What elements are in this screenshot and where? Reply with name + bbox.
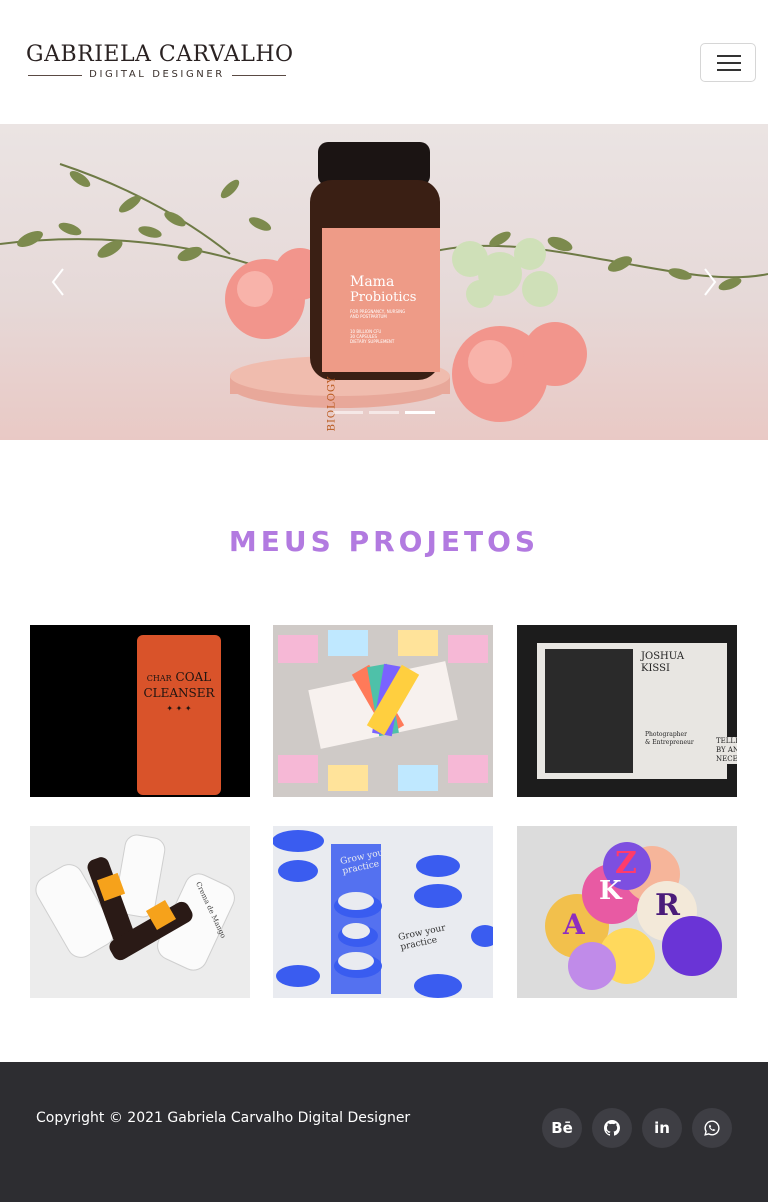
project-charcoal-cleanser[interactable]: CHAR COAL CLEANSER ✦ ✦ ✦ bbox=[30, 625, 250, 797]
carousel-prev-button[interactable] bbox=[48, 265, 68, 299]
product-name-line1: Mama bbox=[350, 274, 395, 290]
bottles-artwork bbox=[35, 834, 235, 971]
card-side-line1: TELLI bbox=[716, 737, 737, 745]
whatsapp-icon bbox=[704, 1120, 720, 1136]
tin-label-line1: CHAR bbox=[146, 674, 172, 683]
projects-heading: MEUS PROJETOS bbox=[228, 525, 540, 558]
carousel-next-button[interactable] bbox=[700, 265, 720, 299]
hamburger-icon bbox=[717, 55, 741, 57]
card-role-line1: Photographer bbox=[645, 731, 687, 738]
card-name-line1: JOSHUA bbox=[641, 651, 685, 662]
cards-artwork bbox=[273, 625, 493, 797]
card-side-line3: NECES bbox=[716, 755, 737, 763]
project-letter-coasters[interactable]: Z R A K bbox=[517, 826, 737, 998]
linkedin-icon: in bbox=[654, 1119, 670, 1137]
hero-carousel: BIOLOGY Mama Probiotics FOR PREGNANCY, N… bbox=[0, 124, 768, 440]
logo-divider-right bbox=[232, 75, 286, 76]
product-name-line2: Probiotics bbox=[350, 290, 417, 305]
product-spec-line3: DIETARY SUPPLEMENT bbox=[350, 339, 395, 344]
behance-link[interactable]: Bē bbox=[542, 1108, 582, 1148]
hamburger-icon bbox=[717, 69, 741, 71]
chevron-left-icon bbox=[51, 268, 64, 296]
chevron-right-icon bbox=[704, 268, 717, 296]
linkedin-link[interactable]: in bbox=[642, 1108, 682, 1148]
logo-name: GABRIELA CARVALHO bbox=[26, 42, 294, 67]
brand-logo[interactable]: GABRIELA CARVALHO DIGITAL DESIGNER bbox=[26, 42, 294, 82]
bottle-brand-text: BIOLOGY bbox=[326, 375, 338, 432]
card-name-line2: KISSI bbox=[641, 663, 670, 674]
bottle-brand: BIOLOGY bbox=[326, 368, 344, 440]
card-side-text: TELLI BY AN NECES bbox=[714, 737, 737, 764]
bottle-label: Mama Probiotics FOR PREGNANCY, NURSING A… bbox=[350, 274, 438, 344]
card-side-line2: BY AN bbox=[716, 746, 737, 754]
coaster-letter-a: A bbox=[563, 908, 585, 941]
card-name: JOSHUA KISSI bbox=[641, 651, 684, 675]
carousel-indicator-1[interactable] bbox=[333, 411, 363, 414]
portrait-photo bbox=[545, 649, 633, 773]
tin-label-stars: ✦ ✦ ✦ bbox=[166, 704, 192, 713]
copyright-text: Copyright © 2021 Gabriela Carvalho Digit… bbox=[36, 1110, 411, 1126]
tin-label-line2: COAL bbox=[175, 670, 212, 684]
whatsapp-link[interactable] bbox=[692, 1108, 732, 1148]
tin-label: CHAR COAL CLEANSER ✦ ✦ ✦ bbox=[142, 670, 216, 716]
project-grow-your-practice[interactable]: Grow your practice Grow your practice bbox=[273, 826, 493, 998]
card-role: Photographer & Entrepreneur bbox=[645, 731, 694, 747]
project-crema-de-mango[interactable]: Crema de Mango bbox=[30, 826, 250, 998]
carousel-indicator-3[interactable] bbox=[405, 411, 435, 414]
navbar: GABRIELA CARVALHO DIGITAL DESIGNER bbox=[0, 0, 768, 124]
github-icon bbox=[604, 1120, 620, 1136]
product-tag-line2: AND POSTPARTUM bbox=[350, 314, 387, 319]
carousel-indicator-2[interactable] bbox=[369, 411, 399, 414]
coaster-letter-r: R bbox=[655, 888, 680, 923]
github-link[interactable] bbox=[592, 1108, 632, 1148]
coaster-letter-k: K bbox=[599, 876, 622, 906]
hamburger-icon bbox=[717, 62, 741, 64]
tin-label-line3: CLEANSER bbox=[143, 686, 215, 700]
behance-icon: Bē bbox=[551, 1119, 573, 1137]
project-colorful-cards[interactable] bbox=[273, 625, 493, 797]
project-joshua-kissi[interactable]: JOSHUA KISSI Photographer & Entrepreneur… bbox=[517, 625, 737, 797]
card-role-line2: & Entrepreneur bbox=[645, 739, 694, 746]
menu-toggle-button[interactable] bbox=[700, 43, 756, 82]
